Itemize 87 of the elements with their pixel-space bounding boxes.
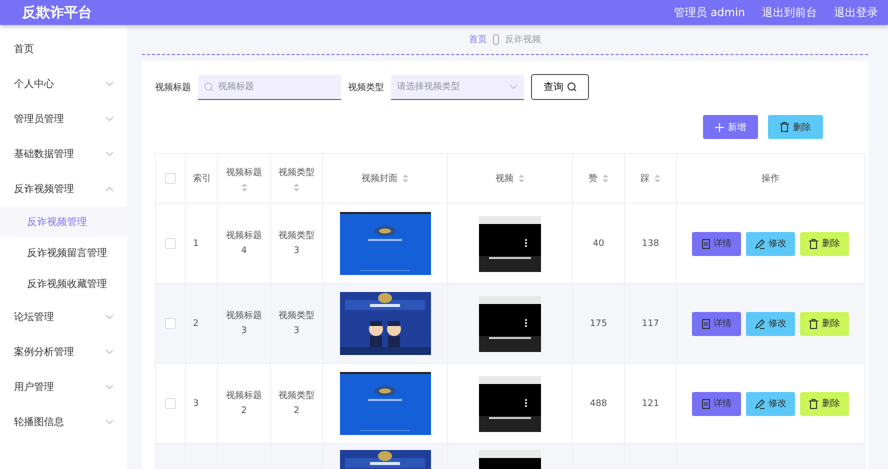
header-link[interactable]: 退出登录 — [834, 5, 878, 20]
trash-icon — [780, 122, 789, 132]
table-cell: 40 — [592, 238, 604, 248]
sidebar-item[interactable]: 首页 — [0, 31, 127, 66]
table-cell: 1 — [193, 238, 199, 248]
filter-label: 视频类型 — [348, 82, 384, 94]
placeholder-text: 视频标题 — [218, 80, 255, 93]
table-cell: 2 — [193, 318, 199, 328]
user-label: 管理员 admin — [674, 5, 745, 20]
pen-icon — [754, 238, 764, 248]
chevron-down-icon — [105, 150, 114, 156]
checkbox[interactable] — [165, 398, 176, 409]
sort-icon[interactable] — [518, 174, 524, 183]
placeholder-text: 请选择视频类型 — [397, 80, 461, 93]
sort-icon[interactable] — [602, 174, 608, 183]
edit-button[interactable]: 修改 — [746, 312, 795, 336]
checkbox[interactable] — [165, 318, 176, 329]
delete-button[interactable]: 删除 — [800, 392, 849, 416]
table-cell-text: 视频类型3 — [278, 310, 316, 338]
table-cell: 3 — [193, 398, 199, 408]
chevron-down-icon — [105, 418, 114, 424]
delete-button[interactable]: 删除 — [800, 232, 849, 256]
table-cell-text: 视频标题2 — [225, 390, 263, 418]
column-header: 踩 — [640, 173, 650, 185]
sidebar-item[interactable]: 轮播图信息 — [0, 404, 127, 439]
table-cell: 488 — [590, 398, 608, 408]
sort-icon[interactable] — [240, 182, 248, 192]
chevron-down-icon — [105, 314, 114, 320]
table-cell-text: 视频标题4 — [225, 230, 263, 258]
pen-icon — [754, 318, 764, 328]
chevron-down-icon — [105, 80, 114, 86]
trash-icon — [809, 398, 818, 408]
sidebar-item[interactable]: 案例分析管理 — [0, 334, 127, 369]
document-icon — [702, 238, 710, 248]
sidebar-item[interactable]: 反诈视频管理 — [0, 171, 127, 206]
document-icon — [702, 318, 710, 328]
chevron-up-icon — [105, 186, 114, 192]
chevron-down-icon — [105, 116, 114, 122]
breadcrumb-item[interactable]: 首页 — [469, 33, 487, 46]
table-cell: 138 — [642, 238, 660, 248]
table-cell: 175 — [590, 318, 608, 328]
chevron-down-icon — [105, 348, 114, 354]
checkbox[interactable] — [165, 173, 176, 184]
header-link[interactable]: 退出到前台 — [762, 5, 817, 20]
sidebar-item[interactable]: 论坛管理 — [0, 299, 127, 334]
query-button[interactable]: 查询 — [531, 74, 589, 100]
edit-button[interactable]: 修改 — [746, 232, 795, 256]
app-title: 反欺诈平台 — [22, 4, 92, 22]
column-header: 视频封面 — [362, 172, 398, 185]
chevron-down-icon — [105, 384, 114, 390]
submenu-item[interactable]: 反诈视频管理 — [0, 206, 127, 237]
trash-icon — [809, 318, 818, 328]
sort-icon[interactable] — [293, 182, 300, 192]
column-header: 视频类型 — [278, 166, 314, 178]
search-icon — [566, 82, 576, 92]
column-header: 视频标题 — [226, 166, 262, 178]
sidebar-item[interactable]: 用户管理 — [0, 369, 127, 404]
plus-icon — [715, 122, 724, 132]
table-cell: 121 — [642, 398, 660, 408]
sort-icon[interactable] — [402, 174, 408, 183]
table-cell-text: 视频标题3 — [225, 310, 263, 338]
table-cell: 117 — [642, 318, 660, 328]
separator-icon — [492, 34, 500, 45]
sidebar-item[interactable]: 基础数据管理 — [0, 136, 127, 171]
checkbox[interactable] — [165, 238, 176, 249]
add-button[interactable]: 新增 — [703, 115, 758, 139]
sidebar-item[interactable]: 个人中心 — [0, 66, 127, 101]
filter-label: 视频标题 — [155, 82, 191, 94]
column-header: 操作 — [762, 172, 780, 185]
column-header: 索引 — [193, 172, 211, 185]
chevron-down-icon — [509, 84, 518, 90]
sidebar-item[interactable]: 管理员管理 — [0, 101, 127, 136]
column-header: 视频 — [496, 172, 514, 185]
pen-icon — [754, 398, 764, 408]
table-cell-text: 视频类型3 — [278, 230, 316, 258]
search-icon — [204, 82, 214, 92]
submenu-item[interactable]: 反诈视频留言管理 — [0, 237, 127, 268]
edit-button[interactable]: 修改 — [746, 392, 795, 416]
document-icon — [702, 398, 710, 408]
breadcrumb-item: 反诈视频 — [505, 34, 541, 46]
delete-button[interactable]: 删除 — [800, 312, 849, 336]
table-cell-text: 视频类型2 — [278, 390, 316, 418]
column-header: 赞 — [588, 172, 598, 185]
delete-button[interactable]: 删除 — [768, 115, 823, 139]
sort-icon[interactable] — [654, 174, 660, 183]
trash-icon — [809, 238, 818, 248]
submenu-item[interactable]: 反诈视频收藏管理 — [0, 268, 127, 299]
